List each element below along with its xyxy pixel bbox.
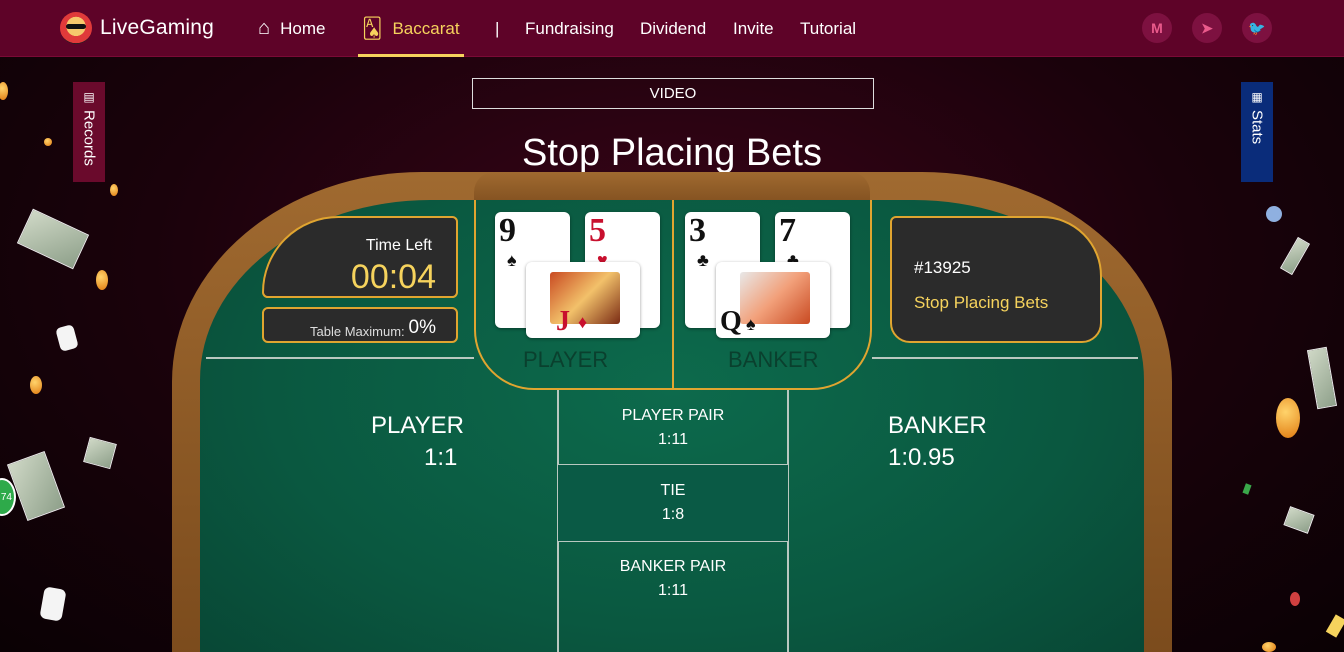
table-maximum-label: Table Maximum: — [310, 324, 405, 339]
nav-baccarat-label: Baccarat — [392, 18, 460, 38]
nav-home[interactable]: ⌂ Home — [258, 0, 325, 57]
nav-fundraising-label: Fundraising — [525, 18, 614, 38]
game-status-headline: Stop Placing Bets — [522, 132, 822, 174]
nav-tutorial[interactable]: Tutorial — [800, 0, 856, 57]
money-bill-decoration — [1306, 346, 1338, 410]
nav-invite-label: Invite — [733, 18, 774, 38]
records-icon: ▤ — [83, 90, 95, 104]
bet-area-player[interactable]: PLAYER 1:1 — [206, 360, 556, 650]
chip-decoration — [1290, 592, 1300, 606]
medium-glyph: M — [1151, 20, 1163, 36]
top-navbar: LiveGaming ⌂ Home 🂡 Baccarat | Fundraisi… — [0, 0, 1344, 57]
bet-banker-pair-odds: 1:11 — [658, 582, 688, 599]
bet-banker-label: BANKER — [888, 412, 987, 439]
dice-decoration — [55, 324, 79, 352]
card-rank: 3 — [689, 212, 706, 249]
bet-area-tie[interactable]: TIE 1:8 — [558, 466, 788, 540]
dice-decoration — [39, 586, 67, 622]
twitter-glyph: 🐦 — [1248, 19, 1266, 36]
timer-label: Time Left — [365, 237, 432, 254]
bet-banker-pair-label: BANKER PAIR — [619, 558, 727, 575]
bet-player-pair-odds: 1:11 — [658, 431, 688, 448]
stats-icon: ▦ — [1251, 90, 1263, 104]
table-maximum: Table Maximum: 0% — [262, 307, 458, 343]
banker-card-3: Q ♠ — [716, 262, 830, 338]
coin-decoration — [1276, 398, 1300, 438]
chip-decoration — [1266, 206, 1282, 222]
nav-home-label: Home — [280, 18, 326, 38]
medium-icon[interactable]: M — [1142, 13, 1172, 43]
bet-tie-odds: 1:8 — [661, 506, 685, 523]
bet-area-banker-pair[interactable]: BANKER PAIR 1:11 — [558, 542, 788, 616]
card-area-divider — [672, 200, 674, 390]
bet-player-pair-label: PLAYER PAIR — [621, 407, 725, 424]
card-rank: Q — [720, 306, 742, 337]
timer-value: 00:04 — [350, 258, 436, 296]
bet-player-label: PLAYER — [371, 412, 464, 439]
telegram-glyph: ➤ — [1201, 19, 1213, 36]
money-bill-decoration — [16, 208, 90, 270]
logo[interactable]: LiveGaming — [60, 12, 214, 44]
round-number: #13925 — [914, 258, 971, 277]
card-rank: 5 — [589, 212, 606, 249]
bet-player-odds: 1:1 — [424, 444, 458, 471]
card-rank: J — [556, 306, 570, 337]
nav-tutorial-label: Tutorial — [800, 18, 857, 38]
confetti-decoration — [1242, 483, 1252, 495]
money-bill-decoration — [6, 450, 66, 522]
round-info: #13925 Stop Placing Bets — [890, 216, 1102, 343]
money-bill-decoration — [1283, 506, 1315, 534]
coin-decoration — [1262, 642, 1276, 652]
bet-tie-label: TIE — [660, 482, 686, 499]
nav-fundraising[interactable]: Fundraising — [525, 0, 614, 57]
telegram-icon[interactable]: ➤ — [1192, 13, 1222, 43]
spade-icon: ♠ — [746, 314, 756, 334]
card-rank: 9 — [499, 212, 516, 249]
bet-banker-odds: 1:0.95 — [888, 444, 955, 471]
chip-badge-value: 74 — [0, 491, 12, 503]
round-status: Stop Placing Bets — [914, 293, 1049, 312]
nav-invite[interactable]: Invite — [733, 0, 774, 57]
video-button-label: VIDEO — [649, 85, 697, 102]
confetti-decoration — [1325, 614, 1344, 638]
nav-dividend[interactable]: Dividend — [640, 0, 706, 57]
logo-text: LiveGaming — [100, 16, 215, 39]
coin-decoration — [0, 82, 8, 100]
diamond-icon: ♦ — [578, 312, 588, 332]
cards-icon: 🂡 — [362, 18, 383, 40]
bet-area-player-pair[interactable]: PLAYER PAIR 1:11 — [558, 392, 788, 464]
video-button[interactable]: VIDEO — [472, 78, 874, 109]
bet-area-banker[interactable]: BANKER 1:0.95 — [790, 360, 1140, 650]
money-bill-decoration — [1279, 236, 1311, 276]
twitter-icon[interactable]: 🐦 — [1242, 13, 1272, 43]
money-bill-decoration — [83, 436, 117, 470]
nav-baccarat[interactable]: 🂡 Baccarat — [358, 0, 464, 57]
coin-decoration — [30, 376, 42, 394]
player-card-3: J ♦ — [526, 262, 640, 338]
coin-decoration — [110, 184, 118, 196]
table-maximum-value: 0% — [408, 317, 436, 338]
nav-dividend-label: Dividend — [640, 18, 707, 38]
nav-separator: | — [495, 0, 499, 57]
home-icon: ⌂ — [258, 17, 271, 39]
felt-divider — [872, 357, 1138, 359]
coin-decoration — [96, 270, 108, 290]
felt-divider — [206, 357, 474, 359]
card-rank: 7 — [779, 212, 796, 249]
logo-icon — [60, 12, 92, 44]
nav-separator-text: | — [495, 18, 500, 38]
spade-icon: ♠ — [507, 250, 517, 270]
club-icon: ♣ — [697, 250, 709, 270]
